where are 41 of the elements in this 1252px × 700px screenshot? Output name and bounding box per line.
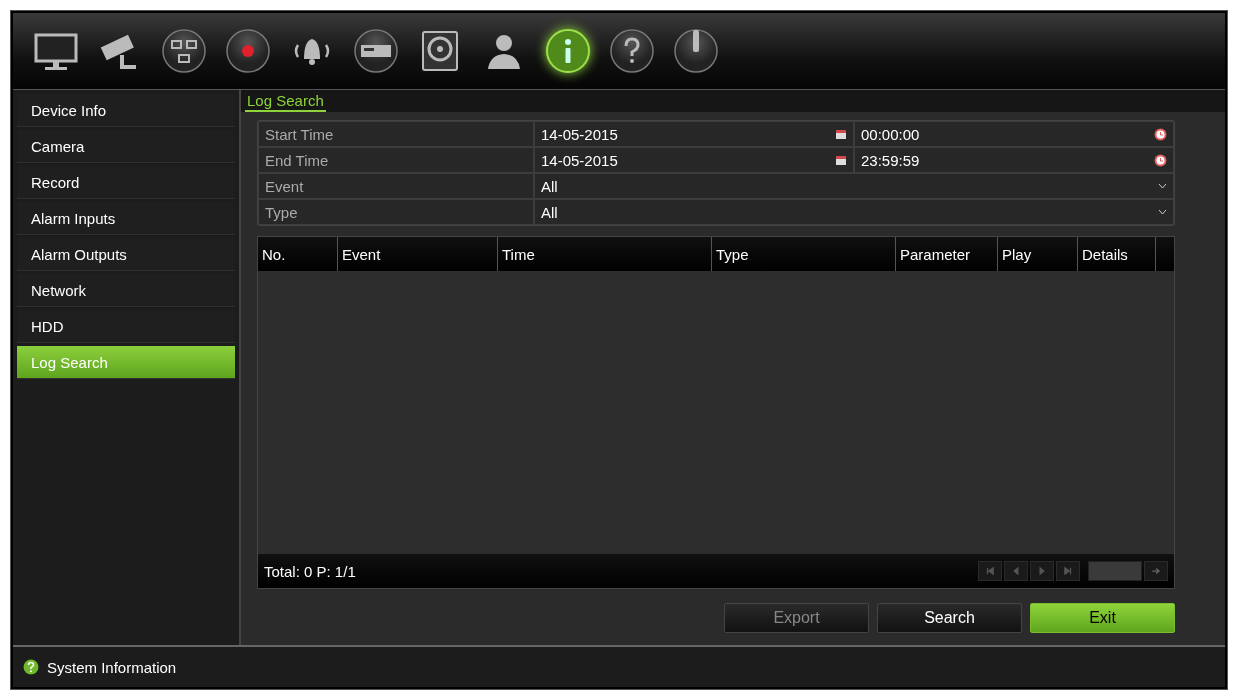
column-header: Event [338, 237, 498, 271]
clock-icon[interactable] [1154, 127, 1167, 141]
page-title: Log Search [245, 92, 326, 112]
select-field[interactable]: All [534, 199, 1174, 225]
arrow-icon [1151, 566, 1161, 576]
field-label: Start Time [258, 121, 534, 147]
column-header: Play [998, 237, 1078, 271]
date-field[interactable]: 14-05-2015 [534, 147, 854, 173]
previous-page-icon [1011, 566, 1021, 576]
info-icon[interactable] [544, 27, 592, 75]
time-field[interactable]: 23:59:59 [854, 147, 1174, 173]
field-label: Event [258, 173, 534, 199]
page-summary: Total: 0 P: 1/1 [264, 562, 356, 580]
column-header: No. [258, 237, 338, 271]
calendar-icon[interactable] [835, 154, 847, 166]
column-header: Details [1078, 237, 1156, 271]
calendar-icon[interactable] [835, 128, 847, 140]
time-field[interactable]: 00:00:00 [854, 121, 1174, 147]
field-label: End Time [258, 147, 534, 173]
network-icon[interactable] [160, 27, 208, 75]
caret-icon[interactable] [1158, 183, 1167, 189]
record-icon[interactable] [224, 27, 272, 75]
last-page-icon [1063, 566, 1073, 576]
select-field[interactable]: All [534, 173, 1174, 199]
action-button[interactable]: Exit [1030, 603, 1175, 633]
action-button[interactable]: Search [877, 603, 1022, 633]
column-header: Parameter [896, 237, 998, 271]
caret-icon[interactable] [1158, 209, 1167, 215]
help-icon[interactable] [608, 27, 656, 75]
page-input[interactable] [1088, 561, 1142, 581]
clock-icon[interactable] [1154, 153, 1167, 167]
power-icon[interactable] [672, 27, 720, 75]
next-page-icon [1037, 566, 1047, 576]
column-header: Type [712, 237, 896, 271]
column-header: Time [498, 237, 712, 271]
device-icon[interactable] [352, 27, 400, 75]
date-field[interactable]: 14-05-2015 [534, 121, 854, 147]
field-label: Type [258, 199, 534, 225]
help-icon [23, 659, 39, 675]
status-text: System Information [47, 658, 177, 676]
first-page-icon [985, 566, 995, 576]
